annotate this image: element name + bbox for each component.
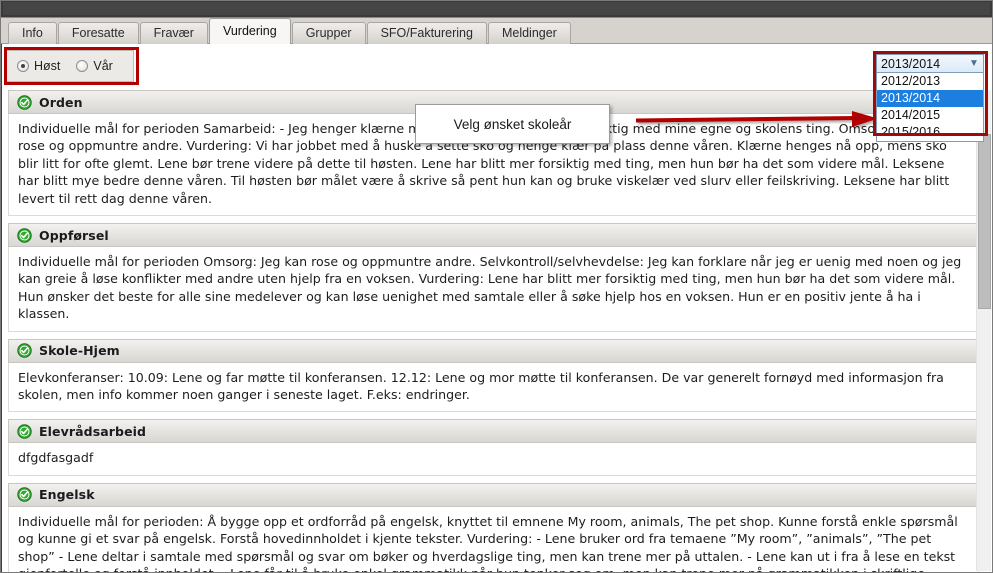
assessment-section-title: Engelsk: [39, 487, 95, 503]
period-radio-group[interactable]: Høst Vår: [6, 50, 134, 82]
assessment-section-title: Orden: [39, 94, 83, 110]
vertical-scrollbar[interactable]: [976, 90, 991, 571]
tab-foresatte[interactable]: Foresatte: [57, 22, 139, 44]
chevron-down-icon[interactable]: ▼: [967, 58, 981, 69]
main-tab-strip: Info Foresatte Fravær Vurdering Grupper SFO/F…: [0, 18, 993, 44]
assessment-section-title: Skole-Hjem: [39, 343, 120, 359]
radio-dot-icon[interactable]: [76, 60, 89, 72]
green-check-icon: [17, 424, 32, 439]
school-year-option[interactable]: 2012/2013: [877, 73, 983, 90]
school-year-dropdown[interactable]: 2013/2014 ▼ 2012/2013 2013/2014 2014/2015 2…: [876, 54, 984, 142]
tab-list: Info Foresatte Fravær Vurdering Grupper SFO/F…: [8, 18, 572, 44]
assessment-section: Engelsk Individuelle mål for perioden: Å …: [8, 482, 979, 573]
assessment-section-header[interactable]: Elevrådsarbeid: [8, 419, 979, 444]
radio-høst[interactable]: Høst: [17, 59, 60, 73]
assessment-section: Oppførsel Individuelle mål for perioden O…: [8, 223, 979, 332]
window-title-bar-inner: [3, 2, 990, 15]
radio-label: Vår: [93, 59, 113, 73]
vertical-scrollbar-thumb[interactable]: [978, 134, 991, 309]
school-year-selected-value: 2013/2014: [881, 56, 941, 71]
assessment-section-title: Oppførsel: [39, 227, 109, 243]
tab-vurdering[interactable]: Vurdering: [208, 18, 291, 44]
assessment-section-list: Orden Individuelle mål for perioden Samar…: [8, 90, 979, 573]
assessment-section: Skole-Hjem Elevkonferanser: 10.09: Lene o…: [8, 338, 979, 413]
page-content: Høst Vår Velg ønsket skoleår 2013/2014 ▼ …: [0, 44, 993, 573]
tab-sfo-fakturering[interactable]: SFO/Fakturering: [366, 22, 487, 44]
school-year-option-list[interactable]: 2012/2013 2013/2014 2014/2015 2015/2016: [876, 73, 984, 142]
radio-label: Høst: [34, 59, 61, 73]
assessment-section-title: Elevrådsarbeid: [39, 423, 147, 439]
green-check-icon: [17, 227, 32, 243]
school-year-option[interactable]: 2015/2016: [877, 124, 983, 141]
callout-text: Velg ønsket skoleår: [453, 116, 572, 132]
radio-dot-icon[interactable]: [17, 60, 29, 72]
green-check-icon: [17, 343, 32, 358]
tab-frav-r[interactable]: Fravær: [139, 22, 208, 44]
red-arrow-annotation: [635, 111, 878, 127]
green-check-icon: [17, 487, 32, 503]
radio-vår[interactable]: Vår: [76, 59, 113, 73]
tab-meldinger[interactable]: Meldinger: [487, 22, 571, 44]
assessment-section-body: Individuelle mål for perioden: Å bygge o…: [8, 506, 979, 573]
school-year-option[interactable]: 2014/2015: [877, 107, 983, 124]
assessment-section-body: dfgdfasgadf: [8, 443, 979, 476]
vurdering-page: Info Foresatte Fravær Vurdering Grupper SFO/F…: [0, 0, 993, 573]
callout-box: Velg ønsket skoleår: [415, 104, 610, 144]
assessment-section-header[interactable]: Skole-Hjem: [8, 338, 979, 363]
assessment-section-body: Elevkonferanser: 10.09: Lene og far møtt…: [8, 362, 979, 413]
assessment-section-body: Individuelle mål for perioden Omsorg: Je…: [8, 247, 979, 332]
assessment-section-header[interactable]: Oppførsel: [8, 223, 979, 248]
assessment-section-header[interactable]: Engelsk: [8, 482, 979, 507]
green-check-icon: [17, 94, 32, 110]
tab-info[interactable]: Info: [8, 22, 57, 44]
school-year-dropdown-field[interactable]: 2013/2014 ▼: [876, 54, 984, 73]
window-title-bar: [0, 0, 993, 18]
tab-grupper[interactable]: Grupper: [291, 22, 366, 44]
school-year-option[interactable]: 2013/2014: [877, 90, 983, 107]
assessment-section: Elevrådsarbeid dfgdfasgadf: [8, 419, 979, 476]
